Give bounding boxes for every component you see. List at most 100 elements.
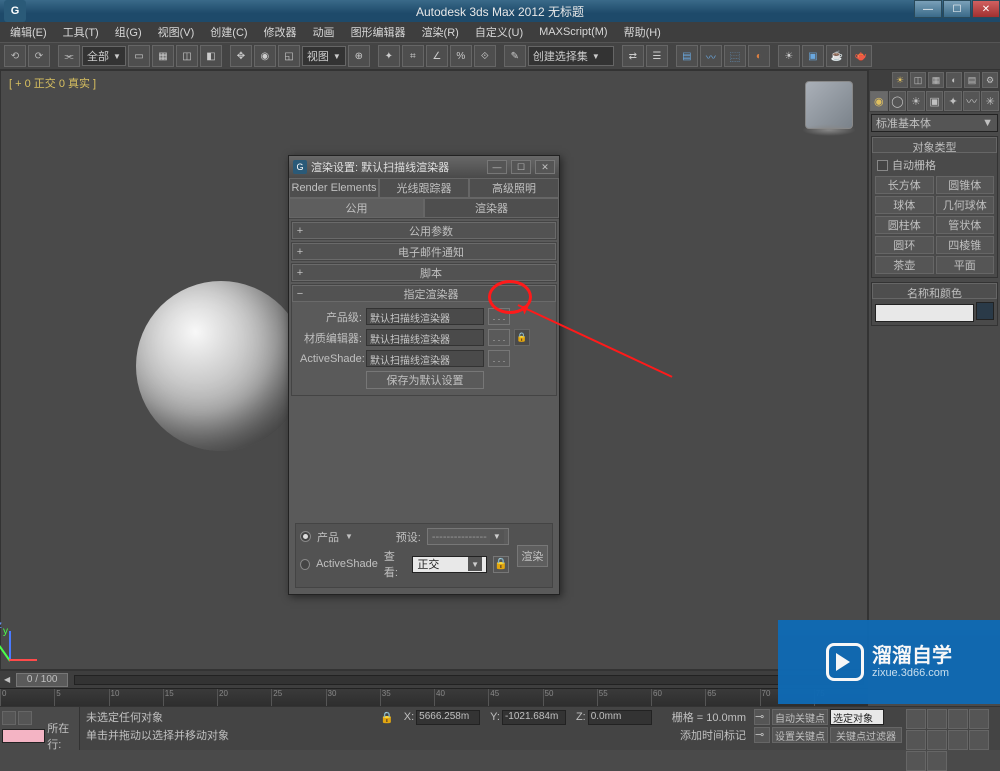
render-button[interactable]: 渲染 bbox=[517, 545, 548, 567]
dialog-titlebar[interactable]: G 渲染设置: 默认扫描线渲染器 — ☐ ✕ bbox=[289, 156, 559, 178]
menu-modifiers[interactable]: 修改器 bbox=[258, 22, 303, 42]
set-key-icon[interactable]: ⊸ bbox=[754, 727, 770, 743]
cylinder-button[interactable]: 圆柱体 bbox=[875, 216, 934, 234]
scene-sphere-object[interactable] bbox=[136, 281, 306, 451]
play-start-button[interactable] bbox=[906, 709, 926, 729]
nav-zoom-button[interactable] bbox=[969, 730, 989, 750]
nav-max-button[interactable] bbox=[927, 751, 947, 771]
tube-button[interactable]: 管状体 bbox=[936, 216, 995, 234]
key-mode-icon[interactable]: ⊸ bbox=[754, 709, 770, 725]
space-warps-tab[interactable]: 〰 bbox=[963, 91, 981, 111]
mini-curve-icon[interactable] bbox=[2, 711, 16, 725]
rollout-scripts[interactable]: +脚本 bbox=[292, 264, 556, 281]
menu-create[interactable]: 创建(C) bbox=[204, 22, 253, 42]
render-setup-button[interactable]: ☀ bbox=[778, 45, 800, 67]
pivot-button[interactable]: ⊕ bbox=[348, 45, 370, 67]
link-button[interactable]: ⫘ bbox=[58, 45, 80, 67]
menu-animation[interactable]: 动画 bbox=[307, 22, 341, 42]
view-lock-icon[interactable]: 🔒 bbox=[493, 556, 509, 573]
pyramid-button[interactable]: 四棱锥 bbox=[936, 236, 995, 254]
edit-named-sel-button[interactable]: ✎ bbox=[504, 45, 526, 67]
tab-advanced-lighting[interactable]: 高级照明 bbox=[469, 178, 559, 198]
undo-button[interactable]: ⟲ bbox=[4, 45, 26, 67]
autogrid-checkbox[interactable]: 自动栅格 bbox=[875, 156, 994, 174]
x-coord-input[interactable]: 5666.258m bbox=[416, 710, 480, 725]
key-filters-button[interactable]: 关键点过滤器 bbox=[830, 727, 902, 743]
mini-layer-icon[interactable] bbox=[18, 711, 32, 725]
menu-group[interactable]: 组(G) bbox=[109, 22, 148, 42]
cone-button[interactable]: 圆锥体 bbox=[936, 176, 995, 194]
autokey-button[interactable]: 自动关键点 bbox=[772, 709, 828, 725]
menu-views[interactable]: 视图(V) bbox=[152, 22, 201, 42]
torus-button[interactable]: 圆环 bbox=[875, 236, 934, 254]
spinner-snap-button[interactable]: ⟐ bbox=[474, 45, 496, 67]
add-time-tag-label[interactable]: 添加时间标记 bbox=[680, 727, 746, 743]
shapes-tab[interactable]: ◯ bbox=[889, 91, 907, 111]
nav-orbit-button[interactable] bbox=[906, 751, 926, 771]
cmd-icon-4[interactable]: ◐ bbox=[946, 72, 962, 88]
window-crossing-button[interactable]: ◧ bbox=[200, 45, 222, 67]
play-next-button[interactable] bbox=[969, 709, 989, 729]
lights-tab[interactable]: ☀ bbox=[907, 91, 925, 111]
manipulate-button[interactable]: ✦ bbox=[378, 45, 400, 67]
lock-icon[interactable]: 🔒 bbox=[514, 329, 530, 346]
geosphere-button[interactable]: 几何球体 bbox=[936, 196, 995, 214]
named-selection-dropdown[interactable]: 创建选择集▼ bbox=[528, 46, 614, 66]
activeshade-browse-button[interactable]: . . . bbox=[488, 350, 510, 367]
name-color-rollout-header[interactable]: 名称和颜色 bbox=[872, 283, 997, 299]
tab-render-elements[interactable]: Render Elements bbox=[289, 178, 379, 198]
menu-edit[interactable]: 编辑(E) bbox=[4, 22, 53, 42]
angle-snap-button[interactable]: ∠ bbox=[426, 45, 448, 67]
cmd-icon-1[interactable]: ☀ bbox=[892, 72, 908, 88]
selection-filter-dropdown[interactable]: 全部▼ bbox=[82, 46, 126, 66]
schematic-view-button[interactable]: ⿳ bbox=[724, 45, 746, 67]
z-coord-input[interactable]: 0.0mm bbox=[588, 710, 652, 725]
cameras-tab[interactable]: ▣ bbox=[926, 91, 944, 111]
percent-snap-button[interactable]: % bbox=[450, 45, 472, 67]
menu-customize[interactable]: 自定义(U) bbox=[469, 22, 529, 42]
select-name-button[interactable]: ▦ bbox=[152, 45, 174, 67]
move-button[interactable]: ✥ bbox=[230, 45, 252, 67]
material-editor-button[interactable]: ◐ bbox=[748, 45, 770, 67]
select-button[interactable]: ▭ bbox=[128, 45, 150, 67]
redo-button[interactable]: ⟳ bbox=[28, 45, 50, 67]
maximize-button[interactable]: ☐ bbox=[943, 0, 971, 18]
viewport-label[interactable]: [ + 0 正交 0 真实 ] bbox=[9, 75, 96, 91]
teapot-icon[interactable]: 🫖 bbox=[850, 45, 872, 67]
close-button[interactable]: ✕ bbox=[972, 0, 1000, 18]
box-button[interactable]: 长方体 bbox=[875, 176, 934, 194]
cmd-icon-5[interactable]: ▤ bbox=[964, 72, 980, 88]
cmd-icon-6[interactable]: ⚙ bbox=[982, 72, 998, 88]
object-color-swatch[interactable] bbox=[976, 302, 994, 320]
curve-editor-button[interactable]: 〰 bbox=[700, 45, 722, 67]
plane-button[interactable]: 平面 bbox=[936, 256, 995, 274]
layer-swatch[interactable] bbox=[2, 729, 45, 743]
time-config-button[interactable] bbox=[927, 730, 947, 750]
view-dropdown[interactable]: 正交▼ bbox=[412, 556, 487, 573]
setkey-button[interactable]: 设置关键点 bbox=[772, 727, 828, 743]
cmd-icon-3[interactable]: ▦ bbox=[928, 72, 944, 88]
tab-renderer[interactable]: 渲染器 bbox=[424, 198, 559, 218]
ref-coord-dropdown[interactable]: 视图▼ bbox=[302, 46, 346, 66]
create-tab[interactable]: ◉ bbox=[870, 91, 888, 111]
snap-toggle-button[interactable]: ⌗ bbox=[402, 45, 424, 67]
preset-dropdown[interactable]: ---------------▼ bbox=[427, 528, 509, 545]
rotate-button[interactable]: ◉ bbox=[254, 45, 276, 67]
cmd-icon-2[interactable]: ◫ bbox=[910, 72, 926, 88]
save-defaults-button[interactable]: 保存为默认设置 bbox=[366, 371, 484, 389]
play-end-button[interactable] bbox=[906, 730, 926, 750]
object-category-dropdown[interactable]: 标准基本体▼ bbox=[871, 114, 998, 132]
menu-grapheditors[interactable]: 图形编辑器 bbox=[345, 22, 412, 42]
teapot-button[interactable]: 茶壶 bbox=[875, 256, 934, 274]
play-prev-button[interactable] bbox=[927, 709, 947, 729]
menu-help[interactable]: 帮助(H) bbox=[618, 22, 667, 42]
menu-maxscript[interactable]: MAXScript(M) bbox=[533, 24, 613, 40]
scale-button[interactable]: ◱ bbox=[278, 45, 300, 67]
track-bar[interactable]: 05 1015 2025 3035 4045 5055 6065 7075 bbox=[0, 688, 868, 706]
activeshade-radio[interactable] bbox=[300, 559, 310, 570]
key-filter-dropdown[interactable]: 选定对象 bbox=[830, 709, 884, 725]
rollout-common-params[interactable]: +公用参数 bbox=[292, 222, 556, 239]
tab-common[interactable]: 公用 bbox=[289, 198, 424, 218]
production-radio[interactable] bbox=[300, 531, 311, 542]
nav-pan-button[interactable] bbox=[948, 730, 968, 750]
